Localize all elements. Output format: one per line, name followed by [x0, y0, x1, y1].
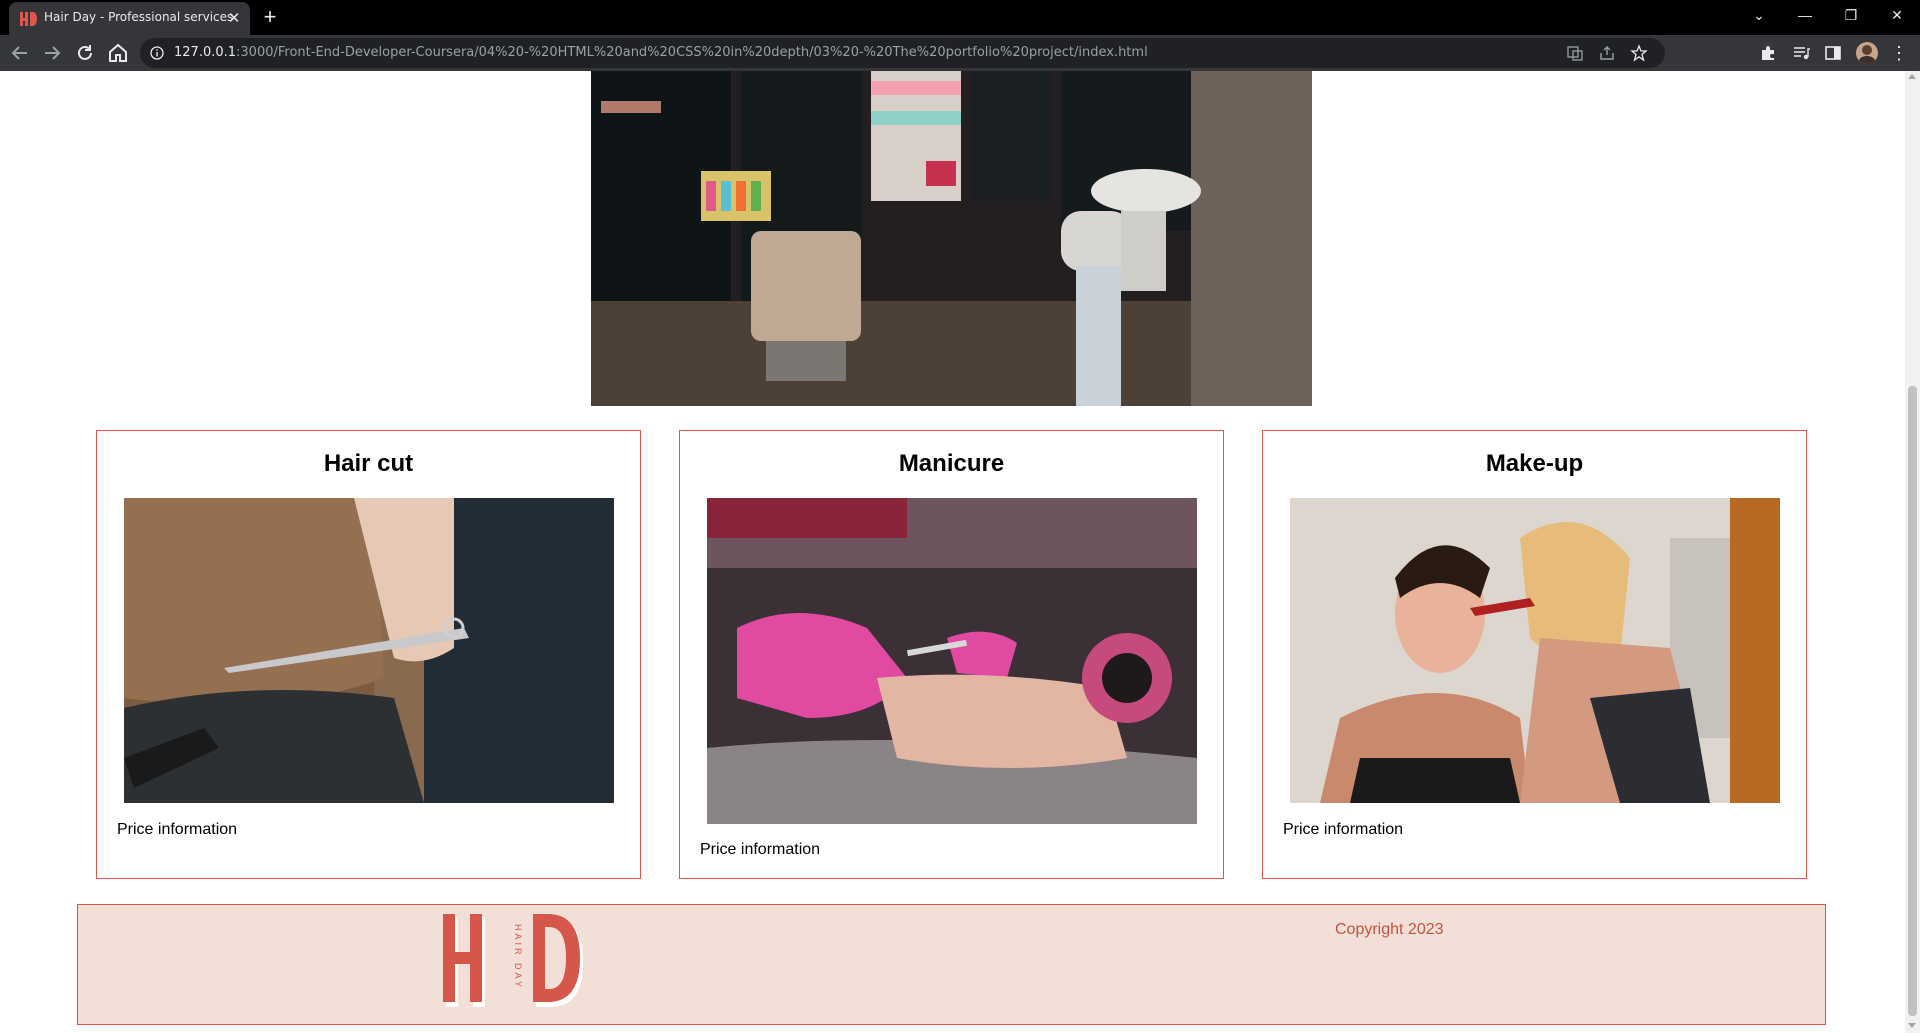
bookmark-star-icon[interactable] [1630, 44, 1648, 62]
media-controls-icon[interactable] [1792, 44, 1810, 62]
minimize-icon[interactable]: — [1782, 0, 1828, 30]
service-title: Manicure [898, 450, 1005, 477]
page-viewport: Hair cut Price information Manicure Pric… [0, 71, 1920, 1033]
extensions-icon[interactable] [1759, 44, 1777, 62]
hair-cut-image [124, 498, 614, 803]
hair-cut-photo [124, 498, 614, 803]
browser-toolbar: 127.0.0.1:3000/Front-End-Developer-Cours… [0, 35, 1920, 71]
browser-tab-bar: Hair Day - Professional services ✕ + ⌄ —… [0, 0, 1920, 35]
service-card-manicure: Manicure Price information [679, 430, 1224, 879]
url-path: :3000/Front-End-Developer-Coursera/04%20… [236, 45, 1148, 60]
service-title: Make-up [1485, 450, 1584, 477]
forward-arrow-icon[interactable] [40, 41, 64, 65]
close-window-icon[interactable]: ✕ [1874, 0, 1920, 30]
logo-vertical-text: HAIR DAY [513, 924, 523, 990]
make-up-photo [1290, 498, 1780, 803]
browser-tab[interactable]: Hair Day - Professional services ✕ [9, 2, 250, 35]
side-panel-icon[interactable] [1824, 44, 1842, 62]
reload-icon[interactable] [73, 41, 97, 65]
manicure-image [707, 498, 1197, 824]
service-price: Price information [700, 841, 821, 858]
profile-avatar[interactable] [1856, 42, 1878, 64]
copyright-text: Copyright 2023 [1335, 921, 1444, 938]
salon-interior-image [591, 71, 1312, 406]
chrome-menu-icon[interactable]: ⋮ [1890, 42, 1908, 64]
service-title: Hair cut [323, 450, 414, 477]
new-tab-icon[interactable]: + [258, 6, 282, 30]
url-text: 127.0.0.1:3000/Front-End-Developer-Cours… [174, 45, 1148, 60]
hair-day-favicon-icon [20, 12, 37, 26]
service-price: Price information [117, 821, 238, 838]
address-bar[interactable]: 127.0.0.1:3000/Front-End-Developer-Cours… [140, 38, 1665, 68]
salon-scene [591, 71, 1312, 406]
site-info-icon[interactable] [150, 46, 164, 60]
scrollbar-thumb[interactable] [1908, 386, 1917, 1016]
tab-title: Hair Day - Professional services [44, 10, 234, 24]
url-host: 127.0.0.1 [174, 45, 237, 60]
service-card-make-up: Make-up Price information [1262, 430, 1807, 879]
page-footer: HAIR DAY Copyright 2023 [77, 904, 1826, 1025]
back-arrow-icon[interactable] [8, 41, 32, 65]
scroll-down-arrow-icon[interactable] [1908, 1023, 1916, 1028]
hair-day-logo: HAIR DAY [443, 914, 583, 1007]
home-icon[interactable] [106, 41, 130, 65]
service-price: Price information [1283, 821, 1404, 838]
scroll-up-arrow-icon[interactable] [1908, 74, 1916, 79]
restore-icon[interactable]: ❐ [1828, 0, 1874, 30]
tab-search-icon[interactable]: ⌄ [1736, 0, 1782, 30]
service-card-hair-cut: Hair cut Price information [96, 430, 641, 879]
make-up-image [1290, 498, 1780, 803]
share-icon[interactable] [1598, 44, 1616, 62]
translate-icon[interactable] [1566, 44, 1584, 62]
manicure-photo [707, 498, 1197, 824]
tab-close-icon[interactable]: ✕ [225, 10, 243, 28]
